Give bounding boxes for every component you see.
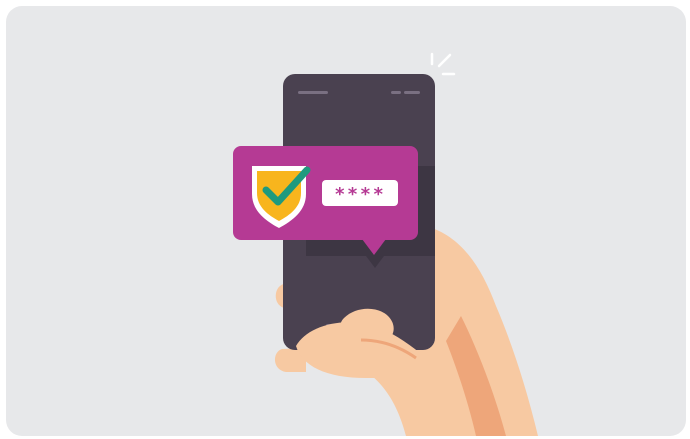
phone-sensor-1 [391,91,401,94]
illustration-card: **** [6,6,686,436]
security-illustration: **** [6,6,686,436]
password-field: **** [322,180,398,206]
password-bubble: **** [233,146,418,255]
phone-sensor-2 [404,91,420,94]
phone-earpiece-left [298,91,328,94]
password-masked-text: **** [334,184,385,205]
